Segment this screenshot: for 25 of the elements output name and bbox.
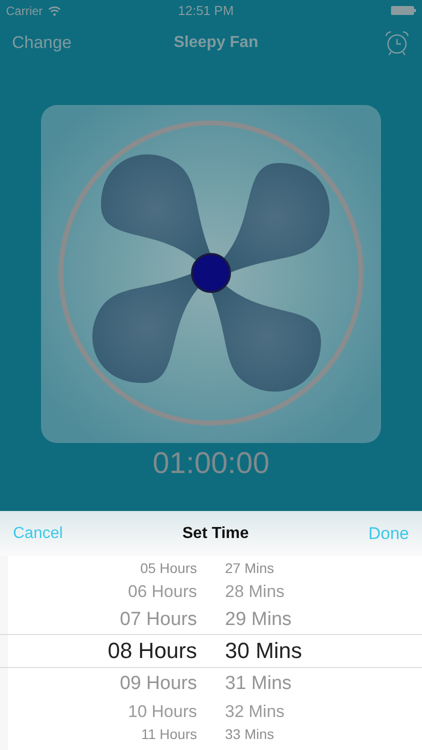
minutes-option[interactable]: 33 Mins: [225, 727, 320, 741]
battery-icon: [391, 6, 416, 16]
hours-option[interactable]: 06 Hours: [102, 582, 197, 600]
hours-option[interactable]: 09 Hours: [102, 674, 197, 692]
wifi-icon: [48, 6, 61, 16]
alarm-clock-icon[interactable]: [384, 30, 410, 56]
minutes-option[interactable]: 31 Mins: [225, 674, 320, 692]
hours-option[interactable]: 07 Hours: [102, 610, 197, 628]
cancel-button[interactable]: Cancel: [13, 524, 63, 542]
minutes-option[interactable]: 28 Mins: [225, 582, 320, 600]
sheet-title: Set Time: [182, 524, 249, 542]
hours-option[interactable]: 08 Hours: [102, 640, 197, 662]
minutes-option[interactable]: 32 Mins: [225, 702, 320, 720]
done-button[interactable]: Done: [368, 524, 409, 544]
minutes-option[interactable]: 27 Mins: [225, 561, 320, 575]
carrier-label: Carrier: [6, 4, 43, 18]
hours-option[interactable]: 05 Hours: [102, 561, 197, 575]
minutes-option[interactable]: 30 Mins: [225, 640, 320, 662]
minutes-option[interactable]: 29 Mins: [225, 610, 320, 628]
hours-option[interactable]: 10 Hours: [102, 702, 197, 720]
countdown-timer: 01:00:00: [152, 446, 270, 482]
app-title: Sleepy Fan: [172, 34, 260, 52]
hours-option[interactable]: 11 Hours: [102, 727, 197, 741]
change-button[interactable]: Change: [12, 32, 112, 53]
status-time: 12:51 PM: [177, 3, 235, 18]
